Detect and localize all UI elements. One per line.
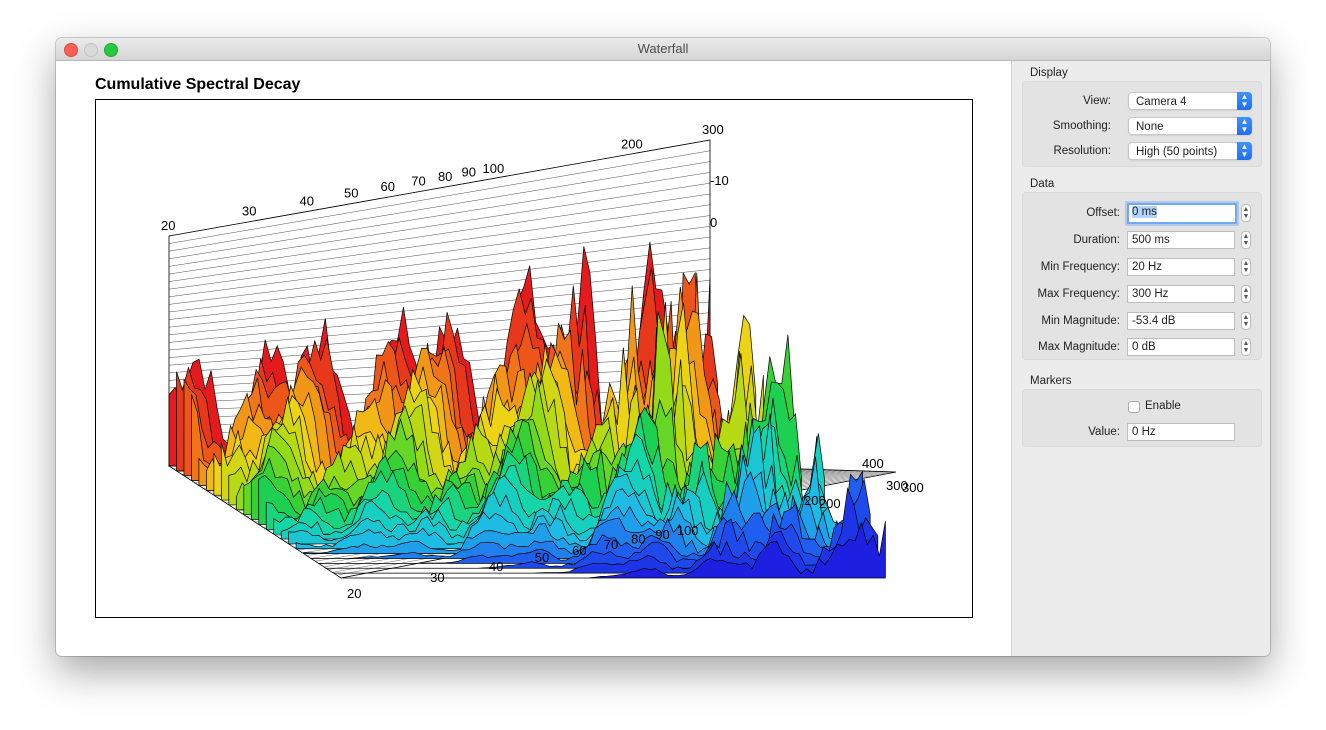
data-section-label: Data — [1030, 178, 1055, 190]
data-group: Offset: 0 ms ▲ ▼ Duration: 500 ms ▲ ▼ Min … — [1022, 192, 1262, 360]
offset-field[interactable]: 0 ms — [1127, 203, 1237, 224]
frequency-tick-label-top: 50 — [344, 186, 358, 201]
marker-value-field[interactable]: 0 Hz — [1127, 423, 1235, 441]
min-frequency-value: 20 Hz — [1132, 261, 1163, 273]
frequency-tick-label-bottom: 60 — [572, 543, 586, 558]
waterfall-plot[interactable]: 20 30 40 50 60 70 80 90 100 200 300 20 30 40 50 60 70 80 9… — [95, 99, 973, 618]
max-frequency-value: 300 Hz — [1132, 288, 1169, 300]
display-group: View: Camera 4 ▲ ▼ Smoothing: None ▲ ▼ Res… — [1022, 81, 1262, 167]
settings-sidebar: Display View: Camera 4 ▲ ▼ Smoothing: Non… — [1011, 61, 1270, 656]
min-frequency-stepper[interactable]: ▲ ▼ — [1241, 258, 1251, 276]
max-frequency-stepper[interactable]: ▲ ▼ — [1241, 285, 1251, 303]
duration-label: Duration: — [1073, 234, 1120, 246]
frequency-tick-label-top: 40 — [299, 193, 313, 208]
markers-section-label: Markers — [1030, 375, 1072, 387]
frequency-tick-label-bottom: 70 — [604, 537, 618, 552]
resolution-select[interactable]: High (50 points) ▲ ▼ — [1128, 142, 1252, 160]
max-frequency-label: Max Frequency: — [1037, 288, 1120, 300]
window-title: Waterfall — [637, 41, 689, 56]
min-magnitude-label: Min Magnitude: — [1041, 315, 1120, 327]
min-frequency-label: Min Frequency: — [1040, 261, 1120, 273]
smoothing-label: Smoothing: — [1052, 120, 1111, 132]
time-tick-label: 300 — [886, 478, 908, 493]
min-magnitude-field[interactable]: -53.4 dB — [1127, 312, 1235, 330]
max-frequency-field[interactable]: 300 Hz — [1127, 285, 1235, 303]
magnitude-tick-label: -10 — [710, 173, 729, 188]
resolution-select-value: High (50 points) — [1136, 146, 1218, 158]
zoom-window-button[interactable] — [104, 43, 118, 57]
title-bar: Waterfall — [56, 38, 1270, 61]
view-select[interactable]: Camera 4 ▲ ▼ — [1128, 92, 1252, 110]
frequency-tick-label-bottom: 80 — [631, 532, 645, 547]
offset-stepper[interactable]: ▲ ▼ — [1241, 204, 1251, 222]
popup-arrows-icon: ▲ ▼ — [1237, 117, 1252, 135]
chart-area: Cumulative Spectral Decay 20 30 40 50 60 70 80… — [56, 61, 1011, 656]
magnitude-tick-label: 0 — [710, 215, 717, 230]
min-frequency-field[interactable]: 20 Hz — [1127, 258, 1235, 276]
frequency-tick-label-bottom: 20 — [347, 586, 361, 601]
max-magnitude-value: 0 dB — [1132, 341, 1156, 353]
offset-field-value: 0 ms — [1132, 206, 1157, 218]
display-section-label: Display — [1030, 67, 1068, 79]
smoothing-select[interactable]: None ▲ ▼ — [1128, 117, 1252, 135]
frequency-tick-label-top: 100 — [483, 161, 505, 176]
frequency-tick-label-top: 80 — [438, 169, 452, 184]
duration-field-value: 500 ms — [1132, 234, 1170, 246]
markers-group: Enable Value: 0 Hz — [1022, 389, 1262, 447]
resolution-label: Resolution: — [1053, 145, 1111, 157]
enable-markers-checkbox[interactable] — [1128, 401, 1140, 413]
frequency-tick-label-top: 200 — [621, 136, 643, 151]
waterfall-window: Waterfall Cumulative Spectral Decay 20 30… — [56, 38, 1270, 656]
waterfall-svg: 20 30 40 50 60 70 80 90 100 200 300 20 30 40 50 60 70 80 9… — [161, 122, 924, 601]
popup-arrows-icon: ▲ ▼ — [1237, 142, 1252, 160]
frequency-tick-label-top: 60 — [380, 179, 394, 194]
marker-value-label: Value: — [1088, 426, 1120, 438]
duration-field[interactable]: 500 ms — [1127, 231, 1235, 249]
frequency-tick-label-top: 20 — [161, 218, 175, 233]
frequency-tick-label-top: 300 — [702, 122, 724, 137]
chart-title: Cumulative Spectral Decay — [95, 76, 301, 93]
view-label: View: — [1083, 95, 1111, 107]
frequency-tick-label-top: 30 — [242, 204, 256, 219]
duration-stepper[interactable]: ▲ ▼ — [1241, 231, 1251, 249]
frequency-tick-label-bottom: 50 — [535, 550, 549, 565]
marker-value-value: 0 Hz — [1132, 426, 1156, 438]
time-tick-label: 400 — [862, 456, 884, 471]
frequency-tick-label-bottom: 100 — [677, 523, 699, 538]
close-window-button[interactable] — [64, 43, 78, 57]
enable-markers-label: Enable — [1145, 400, 1181, 412]
frequency-tick-label-bottom: 40 — [489, 559, 503, 574]
frequency-tick-label-top: 90 — [461, 165, 475, 180]
view-select-value: Camera 4 — [1136, 96, 1187, 108]
min-magnitude-stepper[interactable]: ▲ ▼ — [1241, 312, 1251, 330]
min-magnitude-value: -53.4 dB — [1132, 315, 1176, 327]
minimize-window-button[interactable] — [84, 43, 98, 57]
max-magnitude-field[interactable]: 0 dB — [1127, 338, 1235, 356]
max-magnitude-stepper[interactable]: ▲ ▼ — [1241, 338, 1251, 356]
time-tick-label: 200 — [804, 493, 826, 508]
smoothing-select-value: None — [1136, 121, 1164, 133]
offset-label: Offset: — [1086, 207, 1120, 219]
frequency-tick-label-bottom: 30 — [430, 570, 444, 585]
max-magnitude-label: Max Magnitude: — [1038, 341, 1120, 353]
frequency-tick-label-top: 70 — [411, 174, 425, 189]
popup-arrows-icon: ▲ ▼ — [1237, 92, 1252, 110]
frequency-tick-label-bottom: 90 — [655, 527, 669, 542]
